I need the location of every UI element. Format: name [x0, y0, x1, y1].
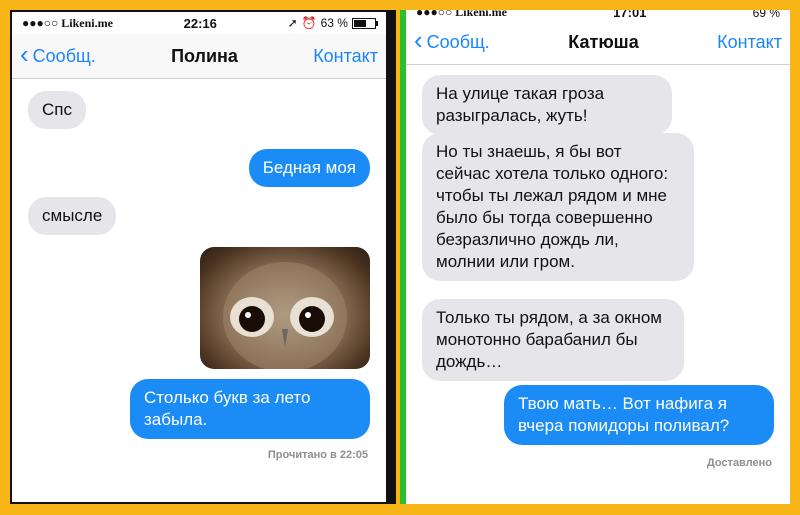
contact-name: Полина: [171, 45, 238, 66]
chat-screen-polina: ●●●○○ Likeni.me 22:16 ➚ ⏰ 63 % ‹ Сообщ. …: [10, 10, 388, 504]
nav-bar: ‹ Сообщ. Катюша Контакт: [406, 20, 790, 65]
back-button[interactable]: ‹ Сообщ.: [20, 39, 96, 69]
status-bar: ●●●○○ Likeni.me 22:16 ➚ ⏰ 63 %: [12, 12, 386, 34]
chat-screen-katyusha: ●●●○○ Likeni.me 17:01 69 % ‹ Сообщ. Катю…: [400, 10, 790, 504]
nav-bar: ‹ Сообщ. Полина Контакт: [12, 34, 386, 79]
back-label: Сообщ.: [426, 31, 490, 52]
message-bubble-received[interactable]: На улице такая гроза разыгралась, жуть!: [422, 75, 672, 135]
message-bubble-sent[interactable]: Бедная моя: [248, 149, 370, 187]
clock: 17:01: [613, 10, 647, 20]
contact-button[interactable]: Контакт: [313, 46, 378, 67]
battery-percent: 63 %: [320, 16, 348, 30]
status-right: ➚ ⏰ 63 %: [287, 16, 378, 30]
read-receipt: Прочитано в 22:05: [267, 449, 368, 461]
panel-divider: [388, 10, 396, 504]
carrier-label: ●●●○○ Likeni.me: [22, 15, 113, 30]
contact-button[interactable]: Контакт: [717, 32, 782, 53]
status-right: 69 %: [753, 10, 780, 20]
message-bubble-sent[interactable]: Твою мать… Вот нафига я вчера помидоры п…: [504, 385, 774, 445]
message-bubble-received[interactable]: Только ты рядом, а за окном монотонно ба…: [422, 299, 684, 381]
battery-icon: [351, 17, 378, 29]
carrier-label: ●●●○○ Likeni.me: [416, 10, 507, 19]
back-label: Сообщ.: [32, 45, 96, 66]
battery-percent: 69 %: [752, 10, 780, 20]
chevron-left-icon: ‹: [20, 39, 29, 69]
message-bubble-received[interactable]: Но ты знаешь, я бы вот сейчас хотела тол…: [422, 133, 694, 281]
message-bubble-received[interactable]: смысле: [28, 197, 117, 235]
alarm-icon: ⏰: [301, 16, 317, 30]
owl-photo[interactable]: [200, 247, 370, 369]
status-bar: ●●●○○ Likeni.me 17:01 69 %: [406, 10, 790, 20]
contact-name: Катюша: [568, 31, 639, 52]
message-bubble-sent[interactable]: Столько букв за лето забыла.: [130, 379, 370, 439]
delivery-status: Доставлено: [706, 457, 772, 469]
chevron-left-icon: ‹: [414, 25, 423, 55]
back-button[interactable]: ‹ Сообщ.: [414, 25, 490, 55]
owl-image: [223, 262, 347, 369]
clock: 22:16: [183, 15, 217, 31]
message-bubble-received[interactable]: Спс: [28, 91, 86, 129]
location-icon: ➚: [287, 16, 298, 30]
